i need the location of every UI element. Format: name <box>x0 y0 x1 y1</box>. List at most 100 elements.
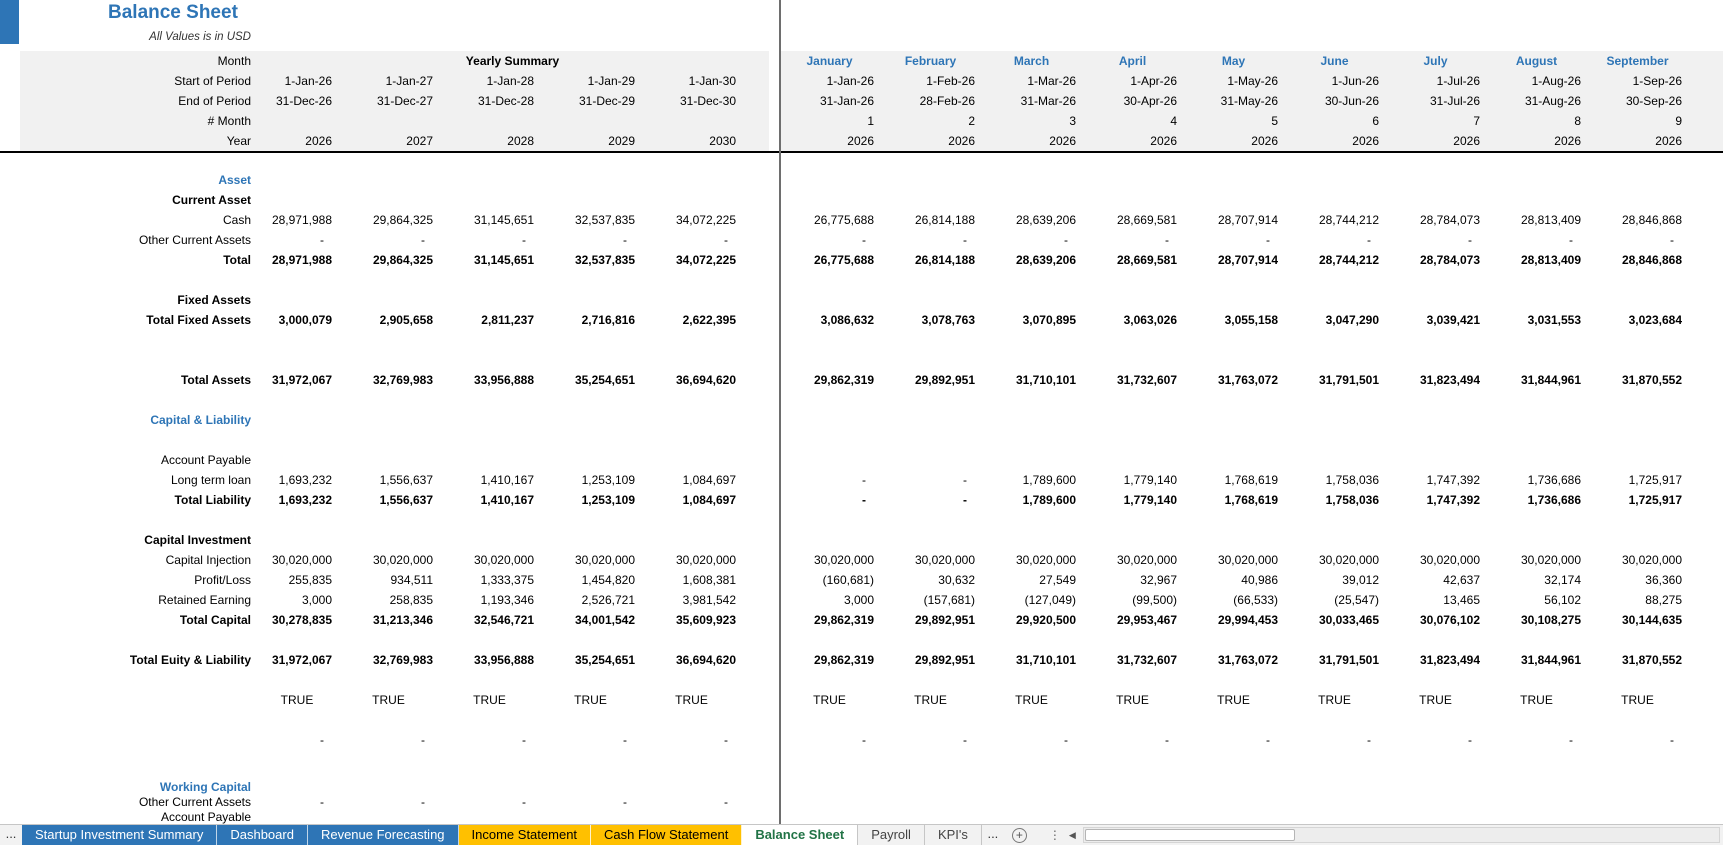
value-cell[interactable]: (160,681) <box>779 570 880 590</box>
value-cell[interactable] <box>439 190 540 210</box>
value-cell[interactable]: 30,632 <box>880 570 981 590</box>
value-cell[interactable] <box>1385 510 1486 530</box>
value-cell[interactable] <box>540 630 641 650</box>
value-cell[interactable] <box>1587 390 1688 410</box>
sheet-tab-dashboard[interactable]: Dashboard <box>217 825 308 845</box>
value-cell[interactable] <box>439 410 540 430</box>
row-label[interactable]: Other Current Assets <box>20 230 256 250</box>
value-cell[interactable] <box>439 765 540 780</box>
value-cell[interactable]: 1,193,346 <box>439 590 540 610</box>
header-row-label[interactable]: Month <box>20 51 256 71</box>
value-cell[interactable] <box>1183 410 1284 430</box>
value-cell[interactable] <box>779 795 880 810</box>
value-cell[interactable] <box>338 670 439 690</box>
value-cell[interactable] <box>1486 330 1587 350</box>
value-cell[interactable] <box>1587 510 1688 530</box>
monthly-header-cell[interactable]: 2026 <box>1587 131 1688 151</box>
value-cell[interactable] <box>1082 430 1183 450</box>
monthly-header-cell[interactable]: 2026 <box>880 131 981 151</box>
value-cell[interactable]: 29,892,951 <box>880 650 981 670</box>
value-cell[interactable] <box>779 430 880 450</box>
value-cell[interactable] <box>1082 765 1183 780</box>
value-cell[interactable] <box>338 270 439 290</box>
monthly-header-cell[interactable]: 1-Feb-26 <box>880 71 981 91</box>
value-cell[interactable] <box>1284 430 1385 450</box>
sheet-tab-revenue-forecasting[interactable]: Revenue Forecasting <box>307 825 459 845</box>
value-cell[interactable]: 31,732,607 <box>1082 370 1183 390</box>
value-cell[interactable] <box>1284 710 1385 730</box>
value-cell[interactable] <box>338 350 439 370</box>
value-cell[interactable] <box>439 350 540 370</box>
value-cell[interactable] <box>779 810 880 824</box>
row-label[interactable]: Retained Earning <box>20 590 256 610</box>
row-label[interactable] <box>20 630 256 650</box>
row-label[interactable] <box>20 270 256 290</box>
monthly-header-cell[interactable]: 1-Jun-26 <box>1284 71 1385 91</box>
value-cell[interactable] <box>1587 795 1688 810</box>
value-cell[interactable]: 1,768,619 <box>1183 470 1284 490</box>
value-cell[interactable]: 42,637 <box>1385 570 1486 590</box>
value-cell[interactable] <box>641 170 742 190</box>
yearly-header-cell[interactable]: 31-Dec-27 <box>338 91 439 111</box>
value-cell[interactable]: 39,012 <box>1284 570 1385 590</box>
yearly-header-cell[interactable] <box>256 111 338 131</box>
row-label[interactable]: Total Liability <box>20 490 256 510</box>
value-cell[interactable]: 28,813,409 <box>1486 250 1587 270</box>
value-cell[interactable]: - <box>641 230 742 250</box>
value-cell[interactable]: 1,084,697 <box>641 470 742 490</box>
value-cell[interactable]: - <box>880 490 981 510</box>
value-cell[interactable]: 3,031,553 <box>1486 310 1587 330</box>
value-cell[interactable]: 1,725,917 <box>1587 470 1688 490</box>
value-cell[interactable]: 255,835 <box>256 570 338 590</box>
value-cell[interactable] <box>981 630 1082 650</box>
value-cell[interactable] <box>779 450 880 470</box>
value-cell[interactable] <box>256 170 338 190</box>
value-cell[interactable] <box>641 290 742 310</box>
value-cell[interactable] <box>1082 710 1183 730</box>
value-cell[interactable] <box>1587 780 1688 795</box>
value-cell[interactable]: 31,213,346 <box>338 610 439 630</box>
value-cell[interactable]: 36,360 <box>1587 570 1688 590</box>
value-cell[interactable] <box>1284 390 1385 410</box>
value-cell[interactable] <box>1486 510 1587 530</box>
value-cell[interactable] <box>1082 450 1183 470</box>
value-cell[interactable]: - <box>779 730 880 750</box>
value-cell[interactable] <box>1284 510 1385 530</box>
monthly-header-cell[interactable]: 8 <box>1486 111 1587 131</box>
value-cell[interactable] <box>439 810 540 824</box>
value-cell[interactable] <box>1385 750 1486 765</box>
value-cell[interactable] <box>256 350 338 370</box>
value-cell[interactable] <box>1587 450 1688 470</box>
value-cell[interactable] <box>1587 530 1688 550</box>
monthly-header-cell[interactable]: 1-Sep-26 <box>1587 71 1688 91</box>
value-cell[interactable]: 30,076,102 <box>1385 610 1486 630</box>
value-cell[interactable]: 28,784,073 <box>1385 210 1486 230</box>
value-cell[interactable]: 28,846,868 <box>1587 250 1688 270</box>
value-cell[interactable]: 31,823,494 <box>1385 650 1486 670</box>
value-cell[interactable]: 1,333,375 <box>439 570 540 590</box>
value-cell[interactable] <box>256 270 338 290</box>
monthly-header-cell[interactable]: 6 <box>1284 111 1385 131</box>
value-cell[interactable]: 2,905,658 <box>338 310 439 330</box>
value-cell[interactable] <box>540 190 641 210</box>
value-cell[interactable] <box>779 780 880 795</box>
value-cell[interactable] <box>1385 330 1486 350</box>
value-cell[interactable] <box>981 510 1082 530</box>
value-cell[interactable] <box>338 750 439 765</box>
value-cell[interactable] <box>256 810 338 824</box>
value-cell[interactable]: 28,744,212 <box>1284 210 1385 230</box>
value-cell[interactable]: 29,892,951 <box>880 610 981 630</box>
tab-overflow-left[interactable]: ... <box>0 825 22 845</box>
value-cell[interactable]: 30,020,000 <box>439 550 540 570</box>
value-cell[interactable]: 3,000 <box>779 590 880 610</box>
monthly-header-cell[interactable]: 1-Jan-26 <box>779 71 880 91</box>
value-cell[interactable] <box>1183 350 1284 370</box>
month-name[interactable]: March <box>981 51 1082 71</box>
value-cell[interactable] <box>1082 330 1183 350</box>
value-cell[interactable]: 30,020,000 <box>1486 550 1587 570</box>
value-cell[interactable] <box>1486 810 1587 824</box>
value-cell[interactable]: 40,986 <box>1183 570 1284 590</box>
value-cell[interactable] <box>1082 410 1183 430</box>
value-cell[interactable]: 3,078,763 <box>880 310 981 330</box>
value-cell[interactable] <box>880 410 981 430</box>
